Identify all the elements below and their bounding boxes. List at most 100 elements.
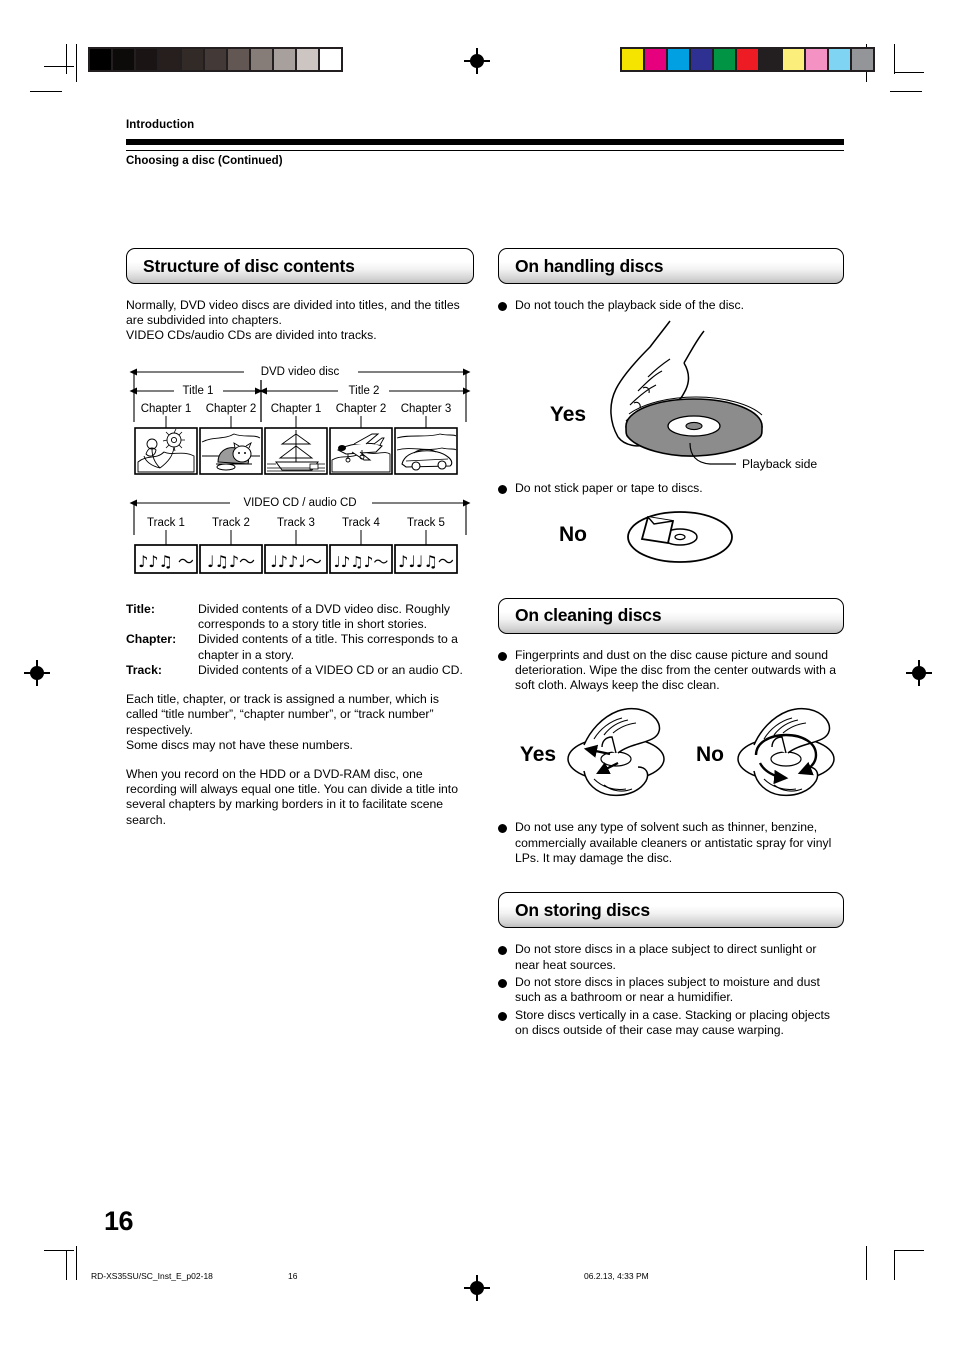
list-item: Fingerprints and dust on the disc cause … xyxy=(498,648,844,694)
header-rule-thin xyxy=(126,150,844,151)
svg-text:Track 1: Track 1 xyxy=(147,517,185,529)
svg-text:Chapter 2: Chapter 2 xyxy=(206,403,257,415)
list-item: Do not use any type of solvent such as t… xyxy=(498,820,844,866)
bullet-dot-icon xyxy=(498,302,507,311)
list-item-label: Store discs vertically in a case. Stacki… xyxy=(515,1007,830,1037)
svg-text:♪♪♫ ～: ♪♪♫ ～ xyxy=(138,552,194,571)
section-header-label: On cleaning discs xyxy=(515,605,662,626)
svg-text:Track 5: Track 5 xyxy=(407,517,445,529)
handling-yes-illustration: Yes Playback side xyxy=(498,317,844,477)
footer-file-slug: RD-XS35SU/SC_Inst_E_p02-18 xyxy=(91,1271,213,1281)
svg-text:♩♫♪～: ♩♫♪～ xyxy=(207,552,255,571)
cleaning-bullet-list-2: Do not use any type of solvent such as t… xyxy=(498,820,844,866)
svg-text:VIDEO CD / audio CD: VIDEO CD / audio CD xyxy=(243,497,356,509)
svg-text:Chapter 2: Chapter 2 xyxy=(336,403,387,415)
definition-row-track: Track: Divided contents of a VIDEO CD or… xyxy=(126,663,474,678)
no-label: No xyxy=(696,743,724,766)
crop-mark-top-left-inner xyxy=(68,44,88,84)
svg-text:♩♪♫♪～: ♩♪♫♪～ xyxy=(334,553,389,571)
bullet-dot-icon xyxy=(498,946,507,956)
section-header-on-cleaning-discs: On cleaning discs xyxy=(498,597,844,634)
crop-mark-top-right-lower xyxy=(890,88,930,96)
list-item-label: Do not use any type of solvent such as t… xyxy=(515,820,832,866)
numbering-paragraph: Each title, chapter, or track is assigne… xyxy=(126,692,439,752)
crop-mark-top-left-lower xyxy=(30,88,70,96)
storing-bullet-list: Do not store discs in a place subject to… xyxy=(498,942,844,1038)
svg-text:Track 4: Track 4 xyxy=(342,517,381,529)
bullet-dot-icon xyxy=(498,1011,507,1021)
list-item-label: Do not store discs in places subject to … xyxy=(515,974,820,1005)
list-item: Do not store discs in places subject to … xyxy=(498,975,844,1006)
bullet-dot-icon xyxy=(498,651,507,661)
cleaning-illustration: Yes No xyxy=(498,699,844,816)
svg-text:♪♩♩♫～: ♪♩♩♫～ xyxy=(398,552,454,571)
dvd-structure-diagram: DVD video disc Title 1 Title 2 Chapter 1… xyxy=(126,364,474,486)
right-column: On handling discs Do not touch the playb… xyxy=(498,248,844,1040)
svg-text:Track 2: Track 2 xyxy=(212,517,250,529)
definition-term: Track: xyxy=(126,662,162,677)
crop-mark-bottom-right xyxy=(876,1240,924,1284)
definition-row-chapter: Chapter: Divided contents of a title. Th… xyxy=(126,632,474,663)
definition-row-title: Title: Divided contents of a DVD video d… xyxy=(126,602,474,633)
section-header-label: On storing discs xyxy=(515,899,650,920)
cleaning-bullet-list-1: Fingerprints and dust on the disc cause … xyxy=(498,648,844,694)
section-header-on-handling-discs: On handling discs xyxy=(498,248,844,284)
yes-label: Yes xyxy=(520,743,556,766)
no-label: No xyxy=(559,523,587,546)
registration-mark-top xyxy=(464,48,490,74)
section-header-label: Structure of disc contents xyxy=(143,255,355,276)
handling-bullet-list-2: Do not stick paper or tape to discs. xyxy=(498,481,844,496)
header-rule-thick xyxy=(126,139,844,145)
definition-term: Chapter: xyxy=(126,632,177,647)
page-title: Choosing a disc (Continued) xyxy=(126,155,283,167)
list-item: Do not touch the playback side of the di… xyxy=(498,298,844,313)
crop-mark-bottom-left-inner xyxy=(68,1246,80,1286)
definition-description: Divided contents of a VIDEO CD or an aud… xyxy=(198,662,463,677)
svg-text:Chapter 1: Chapter 1 xyxy=(271,403,322,415)
list-item-label: Do not stick paper or tape to discs. xyxy=(515,481,703,496)
list-item-label: Fingerprints and dust on the disc cause … xyxy=(515,647,837,693)
svg-text:Chapter 1: Chapter 1 xyxy=(141,403,192,415)
svg-text:Chapter 3: Chapter 3 xyxy=(401,403,452,415)
greyscale-calibration-bar xyxy=(88,47,343,72)
intro-paragraph: Normally, DVD video discs are divided in… xyxy=(126,298,460,343)
recording-paragraph: When you record on the HDD or a DVD-RAM … xyxy=(126,766,458,827)
crop-mark-top-right xyxy=(876,44,924,84)
definition-term: Title: xyxy=(126,601,155,616)
footer-date-slug: 06.2.13, 4:33 PM xyxy=(584,1271,649,1281)
color-calibration-bar xyxy=(620,47,875,72)
bullet-dot-icon xyxy=(498,485,507,495)
handling-bullet-list-1: Do not touch the playback side of the di… xyxy=(498,298,844,313)
bullet-dot-icon xyxy=(498,824,507,834)
svg-text:Title 2: Title 2 xyxy=(349,385,380,397)
svg-text:DVD video disc: DVD video disc xyxy=(261,366,340,378)
section-header-label: On handling discs xyxy=(515,255,664,276)
registration-mark-left xyxy=(24,660,50,686)
list-item: Store discs vertically in a case. Stacki… xyxy=(498,1008,844,1039)
handling-no-illustration: No xyxy=(498,501,844,574)
list-item: Do not store discs in a place subject to… xyxy=(498,942,844,973)
crop-mark-bottom-right-inner xyxy=(862,1246,874,1286)
left-column: Structure of disc contents Normally, DVD… xyxy=(126,248,474,828)
cd-structure-diagram: VIDEO CD / audio CD Track 1 Track 2 Trac… xyxy=(126,495,474,588)
yes-label: Yes xyxy=(550,403,586,426)
playback-side-label: Playback side xyxy=(742,457,817,471)
list-item: Do not stick paper or tape to discs. xyxy=(498,481,844,496)
list-item-label: Do not store discs in a place subject to… xyxy=(515,942,817,972)
svg-text:Track 3: Track 3 xyxy=(277,517,315,529)
section-header-on-storing-discs: On storing discs xyxy=(498,892,844,929)
document-page: Introduction Choosing a disc (Continued)… xyxy=(0,0,954,1351)
registration-mark-bottom xyxy=(464,1275,490,1301)
registration-mark-right xyxy=(906,660,932,686)
page-number: 16 xyxy=(104,1206,134,1236)
footer-page-slug: 16 xyxy=(288,1271,298,1281)
list-item-label: Do not touch the playback side of the di… xyxy=(515,298,744,312)
definition-description: Divided contents of a title. This corres… xyxy=(198,632,458,662)
bullet-dot-icon xyxy=(498,978,507,988)
svg-text:♩♪♪♩～: ♩♪♪♩～ xyxy=(270,552,322,571)
definition-list: Title: Divided contents of a DVD video d… xyxy=(126,602,474,678)
svg-text:Title 1: Title 1 xyxy=(183,385,214,397)
definition-description: Divided contents of a DVD video disc. Ro… xyxy=(198,601,451,631)
section-header-structure-of-disc-contents: Structure of disc contents xyxy=(126,248,474,284)
running-head: Introduction xyxy=(126,119,195,131)
